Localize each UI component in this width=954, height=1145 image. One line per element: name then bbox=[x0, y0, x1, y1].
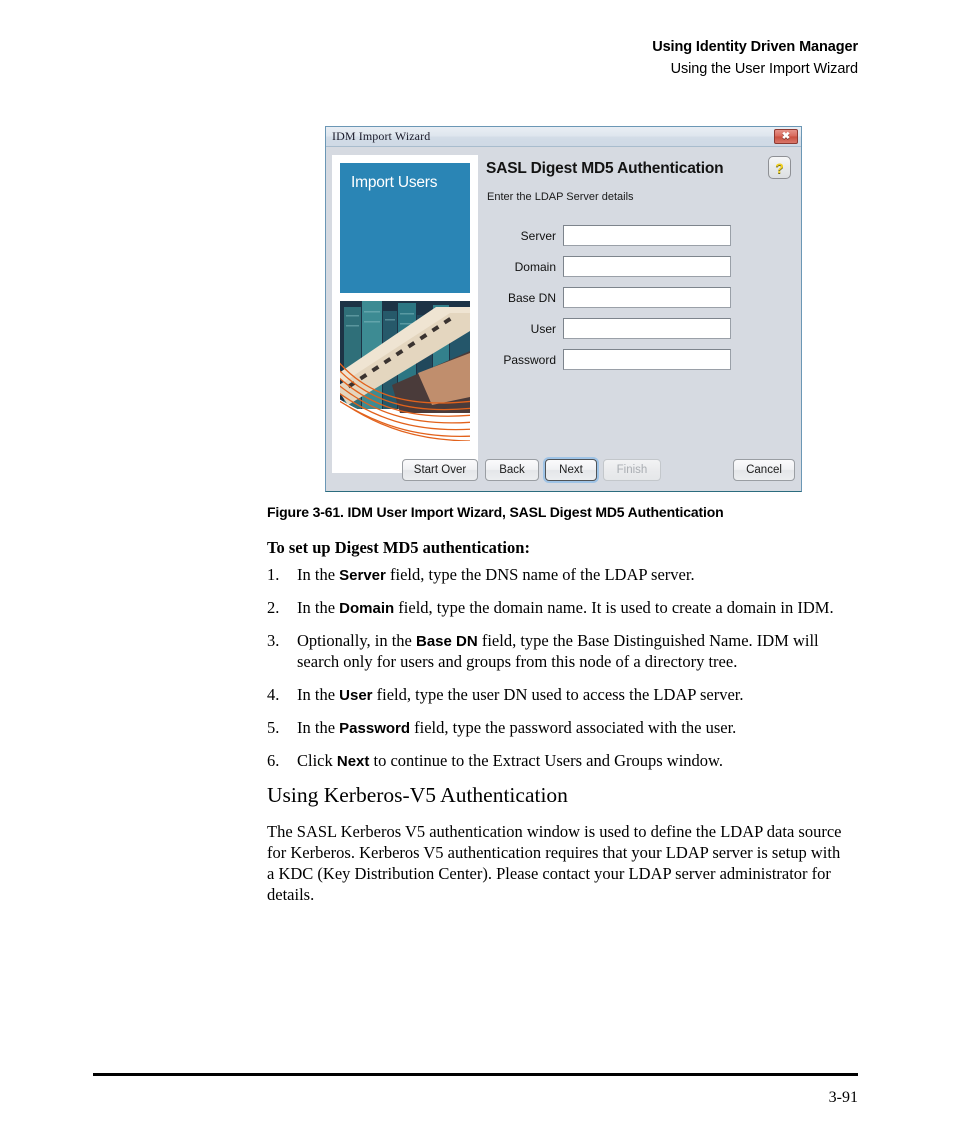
server-input[interactable] bbox=[563, 225, 731, 246]
window-title: IDM Import Wizard bbox=[332, 129, 431, 143]
base-dn-label: Base DN bbox=[507, 290, 556, 305]
help-glyph: ? bbox=[775, 159, 784, 176]
wizard-window: IDM Import Wizard ✖ Import Users SASL Di… bbox=[325, 126, 802, 492]
step-number: 4. bbox=[267, 684, 280, 704]
ldap-server-form: Server Domain Base DN User Password bbox=[486, 225, 786, 380]
figure-image: IDM Import Wizard ✖ Import Users SASL Di… bbox=[325, 126, 802, 492]
password-input[interactable] bbox=[563, 349, 731, 370]
list-item: 2. In the Domain field, type the domain … bbox=[267, 598, 862, 619]
step-number: 3. bbox=[267, 630, 280, 650]
wizard-body: Import Users SASL Digest MD5 Authenticat… bbox=[326, 147, 801, 491]
step-text: In the User field, type the user DN used… bbox=[297, 684, 744, 704]
help-icon[interactable]: ? bbox=[768, 156, 791, 179]
step-number: 6. bbox=[267, 750, 280, 770]
domain-label: Domain bbox=[514, 259, 556, 274]
cancel-button[interactable]: Cancel bbox=[733, 459, 795, 481]
dialog-heading: SASL Digest MD5 Authentication bbox=[486, 160, 724, 177]
list-item: 1. In the Server field, type the DNS nam… bbox=[267, 565, 862, 586]
domain-input[interactable] bbox=[563, 256, 731, 277]
step-text: In the Domain field, type the domain nam… bbox=[297, 597, 834, 617]
step-text: Optionally, in the Base DN field, type t… bbox=[297, 630, 819, 671]
running-header: Using Identity Driven Manager Using the … bbox=[0, 38, 858, 79]
form-row-domain: Domain bbox=[486, 256, 786, 277]
base-dn-input[interactable] bbox=[563, 287, 731, 308]
section-body-paragraph: The SASL Kerberos V5 authentication wind… bbox=[267, 822, 842, 904]
list-item: 6. Click Next to continue to the Extract… bbox=[267, 751, 862, 772]
form-row-password: Password bbox=[486, 349, 786, 370]
user-label: User bbox=[530, 321, 556, 336]
list-item: 4. In the User field, type the user DN u… bbox=[267, 685, 862, 706]
list-item: 3. Optionally, in the Base DN field, typ… bbox=[267, 631, 862, 673]
step-text: In the Server field, type the DNS name o… bbox=[297, 565, 695, 584]
procedure-intro: To set up Digest MD5 authentication: bbox=[267, 538, 530, 557]
step-number: 2. bbox=[267, 597, 280, 617]
side-banner: Import Users bbox=[340, 163, 470, 293]
step-number: 5. bbox=[267, 717, 280, 737]
password-label: Password bbox=[503, 352, 556, 367]
form-row-base-dn: Base DN bbox=[486, 287, 786, 308]
footer-divider bbox=[93, 1073, 858, 1076]
header-subtitle: Using the User Import Wizard bbox=[670, 61, 858, 78]
next-button[interactable]: Next bbox=[545, 459, 597, 481]
back-button[interactable]: Back bbox=[485, 459, 539, 481]
dialog-instruction: Enter the LDAP Server details bbox=[487, 191, 634, 203]
page-number: 3-91 bbox=[828, 1089, 858, 1106]
step-number: 1. bbox=[267, 565, 280, 584]
side-photo-image bbox=[340, 301, 470, 441]
close-icon[interactable]: ✖ bbox=[774, 129, 798, 144]
section-heading: Using Kerberos-V5 Authentication bbox=[267, 783, 568, 807]
server-label: Server bbox=[520, 228, 556, 243]
step-text: Click Next to continue to the Extract Us… bbox=[297, 750, 723, 770]
start-over-button[interactable]: Start Over bbox=[402, 459, 478, 481]
wizard-button-bar: Start Over Back Next Finish Cancel bbox=[326, 459, 801, 481]
list-item: 5. In the Password field, type the passw… bbox=[267, 718, 862, 739]
form-row-server: Server bbox=[486, 225, 786, 246]
finish-button: Finish bbox=[603, 459, 661, 481]
header-title: Using Identity Driven Manager bbox=[652, 39, 858, 55]
close-glyph: ✖ bbox=[781, 130, 791, 142]
form-row-user: User bbox=[486, 318, 786, 339]
figure-caption: Figure 3-61. IDM User Import Wizard, SAS… bbox=[267, 504, 724, 520]
window-title-bar: IDM Import Wizard ✖ bbox=[326, 127, 801, 147]
step-text: In the Password field, type the password… bbox=[297, 717, 737, 737]
procedure-steps: 1. In the Server field, type the DNS nam… bbox=[267, 565, 862, 784]
side-banner-label: Import Users bbox=[351, 174, 438, 191]
wizard-side-panel: Import Users bbox=[332, 155, 478, 473]
user-input[interactable] bbox=[563, 318, 731, 339]
